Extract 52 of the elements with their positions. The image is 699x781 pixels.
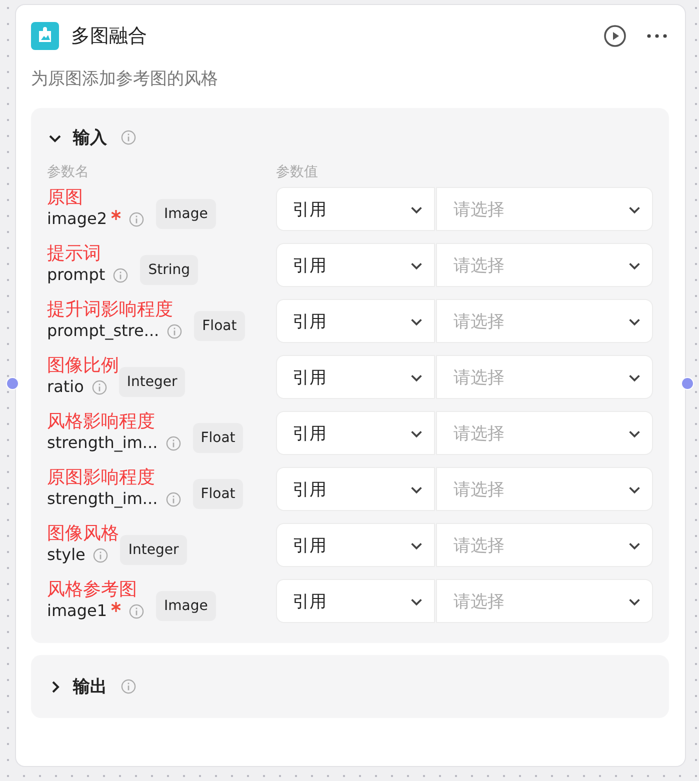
type-tag: Integer (118, 367, 186, 397)
source-select[interactable]: 引用 (276, 299, 436, 343)
play-icon[interactable] (603, 24, 627, 48)
section-title: 输出 (73, 676, 107, 698)
node-description: 为原图添加参考图的风格 (31, 68, 219, 90)
param-name: prompt_stre... (47, 320, 160, 342)
annotation-text: 图像比例 (47, 356, 120, 376)
connection-port[interactable] (6, 377, 19, 390)
annotation-text: 提升词影响程度 (47, 300, 174, 320)
param-name: ratio (47, 376, 84, 398)
connection-port[interactable] (681, 377, 694, 390)
param-name: image1 (47, 600, 108, 622)
source-select[interactable]: 引用 (276, 355, 436, 399)
source-select[interactable]: 引用 (276, 523, 436, 567)
info-icon (166, 436, 181, 450)
info-icon (121, 679, 136, 694)
info-icon (113, 268, 128, 282)
param-name: prompt (47, 264, 106, 286)
annotation-text: 风格参考图 (47, 580, 138, 600)
param-name: strength_im... (47, 432, 158, 454)
annotation-text: 风格影响程度 (47, 412, 156, 432)
source-select[interactable]: 引用 (276, 467, 436, 511)
node-title: 多图融合 (71, 24, 148, 49)
annotation-text: 提示词 (47, 244, 102, 264)
type-tag: Float (192, 423, 244, 453)
info-icon (121, 130, 136, 145)
source-select[interactable]: 引用 (276, 243, 436, 287)
type-tag: Integer (120, 535, 187, 565)
param-name: image2 (47, 208, 108, 230)
type-tag: Image (156, 199, 216, 229)
source-select[interactable]: 引用 (276, 187, 436, 231)
source-select[interactable]: 引用 (276, 579, 436, 623)
column-header: 参数值 (276, 163, 318, 181)
info-icon (166, 492, 181, 506)
plugin-icon (31, 22, 59, 50)
info-icon (92, 380, 107, 394)
source-select[interactable]: 引用 (276, 411, 436, 455)
info-icon (129, 604, 144, 618)
annotation-text: 原图影响程度 (47, 468, 156, 488)
type-tag: String (140, 255, 198, 285)
info-icon (93, 548, 108, 562)
section-title: 输入 (73, 127, 107, 149)
annotation-text: 原图 (47, 188, 84, 208)
type-tag: Image (156, 591, 216, 621)
type-tag: Float (194, 311, 245, 341)
info-icon (167, 324, 182, 338)
param-name: strength_im... (47, 488, 158, 510)
param-name: style (47, 544, 86, 566)
info-icon (129, 212, 144, 226)
annotation-text: 图像风格 (47, 524, 120, 544)
type-tag: Float (192, 479, 244, 509)
column-header: 参数名 (47, 163, 90, 181)
